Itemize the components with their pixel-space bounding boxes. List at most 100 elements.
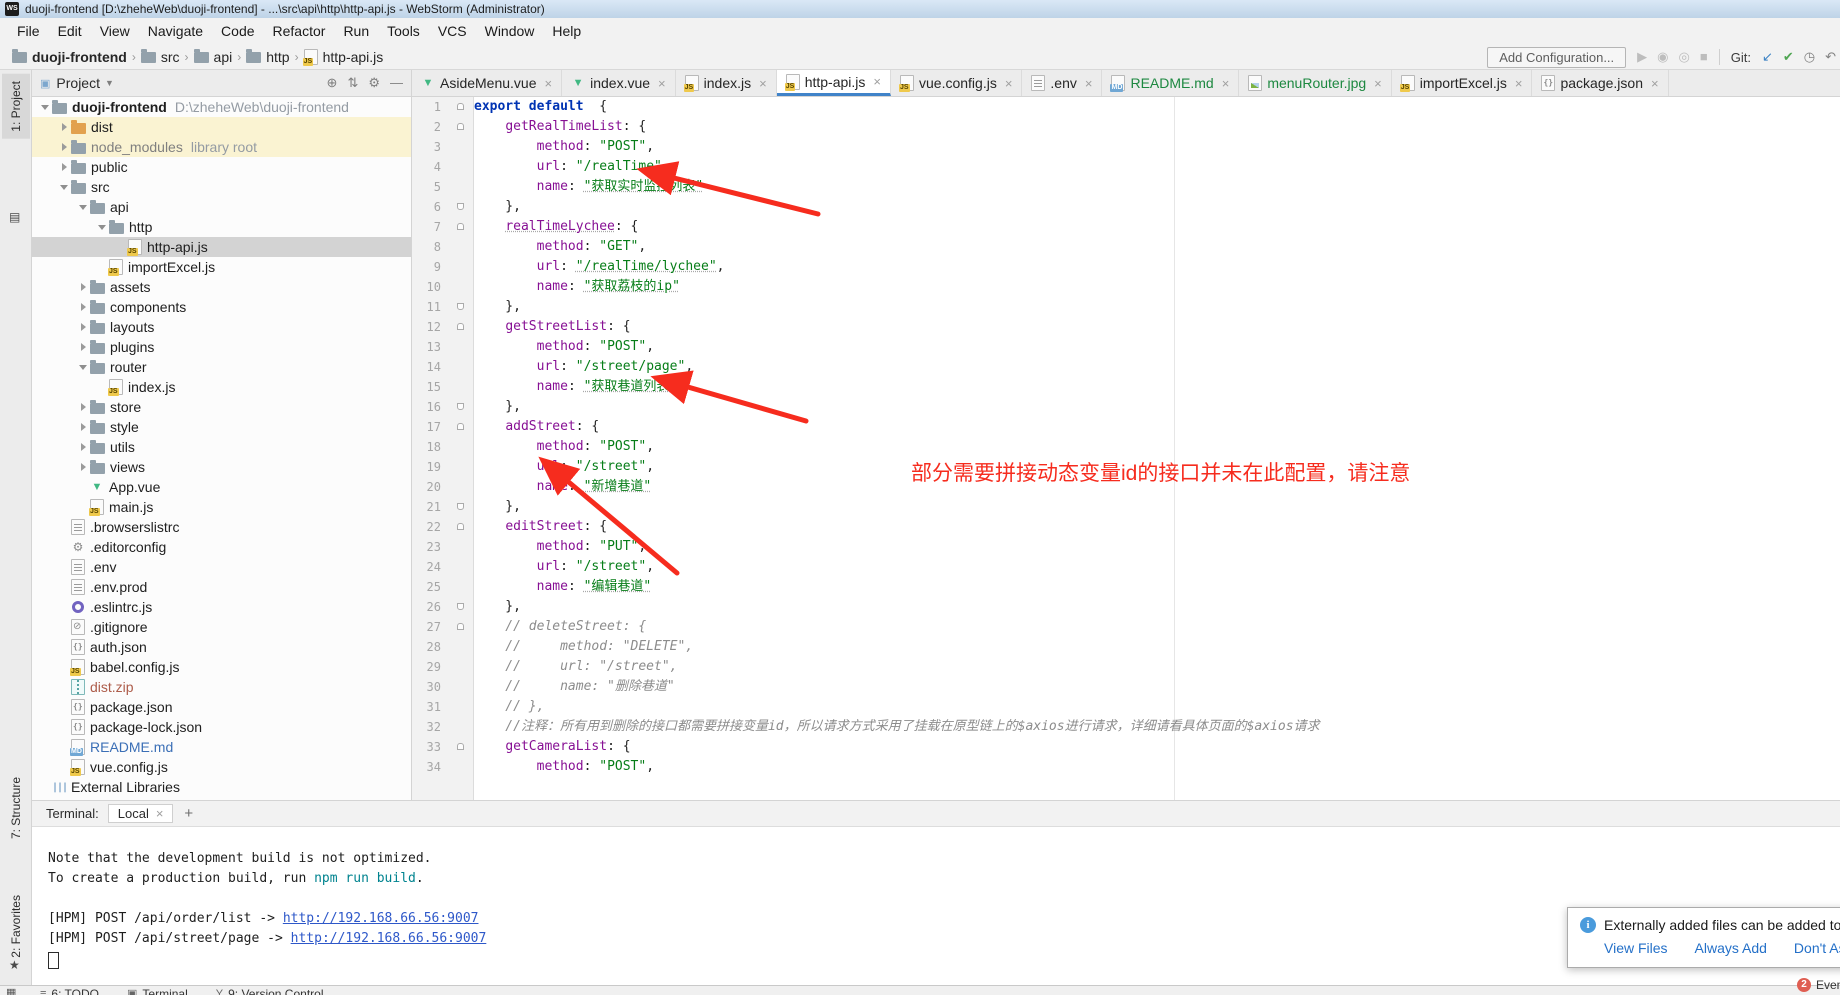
tab-close-icon[interactable]: × bbox=[1005, 76, 1013, 91]
locate-icon[interactable]: ⊕ bbox=[327, 75, 338, 91]
tree-item-assets[interactable]: assets bbox=[32, 277, 411, 297]
expand-arrow-icon[interactable] bbox=[76, 463, 90, 471]
expand-arrow-icon[interactable] bbox=[57, 185, 71, 190]
tab-index.vue[interactable]: ▼index.vue× bbox=[562, 70, 676, 96]
menu-window[interactable]: Window bbox=[476, 23, 544, 39]
tree-item-utils[interactable]: utils bbox=[32, 437, 411, 457]
tree-item-.eslintrc.js[interactable]: .eslintrc.js bbox=[32, 597, 411, 617]
expand-arrow-icon[interactable] bbox=[76, 365, 90, 370]
tab-close-icon[interactable]: × bbox=[873, 74, 881, 89]
fold-marker[interactable] bbox=[448, 197, 474, 217]
breadcrumb-item-http-api.js[interactable]: http-api.js bbox=[304, 49, 384, 65]
tree-item-.env[interactable]: .env bbox=[32, 557, 411, 577]
tree-item-http[interactable]: http bbox=[32, 217, 411, 237]
tree-item-public[interactable]: public bbox=[32, 157, 411, 177]
tab-close-icon[interactable]: × bbox=[1651, 76, 1659, 91]
tree-item-store[interactable]: store bbox=[32, 397, 411, 417]
breadcrumb-item-http[interactable]: http bbox=[246, 49, 289, 65]
fold-marker[interactable] bbox=[448, 617, 474, 637]
run-icon[interactable]: ▶ bbox=[1637, 48, 1647, 66]
expand-arrow-icon[interactable] bbox=[76, 343, 90, 351]
code-editor[interactable]: 1export default {2 getRealTimeList: {3 m… bbox=[412, 97, 1840, 800]
fold-marker[interactable] bbox=[448, 217, 474, 237]
tree-item-duoji-frontend[interactable]: duoji-frontendD:\zheheWeb\duoji-frontend bbox=[32, 97, 411, 117]
expand-arrow-icon[interactable] bbox=[57, 163, 71, 171]
history-icon[interactable]: ◷ bbox=[1804, 48, 1815, 66]
tab-vue.config.js[interactable]: vue.config.js× bbox=[891, 70, 1022, 96]
tree-item-api[interactable]: api bbox=[32, 197, 411, 217]
tab-index.js[interactable]: index.js× bbox=[676, 70, 777, 96]
tool-strip-project[interactable]: 1: Project bbox=[2, 74, 30, 139]
terminal-link[interactable]: http://192.168.66.56:9007 bbox=[291, 931, 487, 946]
tab-package.json[interactable]: package.json× bbox=[1532, 70, 1668, 96]
breadcrumb-item-src[interactable]: src bbox=[141, 49, 180, 65]
tree-item-style[interactable]: style bbox=[32, 417, 411, 437]
tool-window-switcher-icon[interactable]: ▦ bbox=[6, 986, 16, 995]
stop-icon[interactable]: ■ bbox=[1700, 48, 1708, 66]
expand-arrow-icon[interactable] bbox=[76, 303, 90, 311]
statusbar-9-version-control[interactable]: Y9: Version Control bbox=[216, 987, 324, 995]
terminal-link[interactable]: http://192.168.66.56:9007 bbox=[283, 911, 479, 926]
statusbar-terminal[interactable]: ▣Terminal bbox=[127, 987, 188, 995]
menu-navigate[interactable]: Navigate bbox=[139, 23, 212, 39]
tree-item-plugins[interactable]: plugins bbox=[32, 337, 411, 357]
tab-README.md[interactable]: README.md× bbox=[1102, 70, 1239, 96]
tree-item-views[interactable]: views bbox=[32, 457, 411, 477]
menu-help[interactable]: Help bbox=[543, 23, 590, 39]
tab-close-icon[interactable]: × bbox=[759, 76, 767, 91]
tree-item-dist.zip[interactable]: dist.zip bbox=[32, 677, 411, 697]
tree-item-dist[interactable]: dist bbox=[32, 117, 411, 137]
menu-edit[interactable]: Edit bbox=[49, 23, 91, 39]
expand-arrow-icon[interactable] bbox=[76, 443, 90, 451]
breadcrumb-item-duoji-frontend[interactable]: duoji-frontend bbox=[12, 49, 127, 65]
tree-item-babel.config.js[interactable]: babel.config.js bbox=[32, 657, 411, 677]
tree-item-layouts[interactable]: layouts bbox=[32, 317, 411, 337]
terminal-tab-local[interactable]: Local × bbox=[108, 804, 174, 823]
fold-marker[interactable] bbox=[448, 517, 474, 537]
add-configuration-button[interactable]: Add Configuration... bbox=[1487, 47, 1626, 68]
tab-importExcel.js[interactable]: importExcel.js× bbox=[1392, 70, 1533, 96]
tool-strip-icon[interactable]: ▤ bbox=[9, 210, 20, 224]
menu-vcs[interactable]: VCS bbox=[429, 23, 476, 39]
tree-item-package.json[interactable]: package.json bbox=[32, 697, 411, 717]
tree-item-main.js[interactable]: main.js bbox=[32, 497, 411, 517]
expand-arrow-icon[interactable] bbox=[76, 323, 90, 331]
tree-item-router[interactable]: router bbox=[32, 357, 411, 377]
coverage-icon[interactable]: ◎ bbox=[1679, 48, 1690, 66]
chevron-down-icon[interactable]: ▼ bbox=[105, 78, 114, 88]
tab-close-icon[interactable]: × bbox=[545, 76, 553, 91]
tree-item-README.md[interactable]: README.md bbox=[32, 737, 411, 757]
tab-close-icon[interactable]: × bbox=[1374, 76, 1382, 91]
tree-item-.editorconfig[interactable]: ⚙.editorconfig bbox=[32, 537, 411, 557]
menu-view[interactable]: View bbox=[91, 23, 139, 39]
tab-close-icon[interactable]: × bbox=[1222, 76, 1230, 91]
tree-item-src[interactable]: src bbox=[32, 177, 411, 197]
close-icon[interactable]: × bbox=[156, 806, 164, 821]
tree-item-package-lock.json[interactable]: package-lock.json bbox=[32, 717, 411, 737]
breadcrumb-item-api[interactable]: api bbox=[194, 49, 233, 65]
notification-action-don-t-ask-again[interactable]: Don't Ask Again bbox=[1794, 940, 1840, 956]
favorites-star-icon[interactable]: ★ bbox=[9, 958, 20, 972]
commit-icon[interactable]: ✔ bbox=[1783, 48, 1794, 66]
rollback-icon[interactable]: ↶ bbox=[1825, 48, 1836, 66]
menu-file[interactable]: File bbox=[8, 23, 49, 39]
tab-close-icon[interactable]: × bbox=[1085, 76, 1093, 91]
tree-item-.browserslistrc[interactable]: .browserslistrc bbox=[32, 517, 411, 537]
tree-item-importExcel.js[interactable]: importExcel.js bbox=[32, 257, 411, 277]
fold-marker[interactable] bbox=[448, 397, 474, 417]
expand-arrow-icon[interactable] bbox=[76, 283, 90, 291]
tool-strip-structure[interactable]: 7: Structure bbox=[2, 770, 30, 846]
tree-item-vue.config.js[interactable]: vue.config.js bbox=[32, 757, 411, 777]
fold-marker[interactable] bbox=[448, 97, 474, 117]
new-terminal-icon[interactable]: + bbox=[184, 805, 193, 822]
menu-code[interactable]: Code bbox=[212, 23, 263, 39]
tab-http-api.js[interactable]: http-api.js× bbox=[777, 70, 891, 96]
menu-refactor[interactable]: Refactor bbox=[264, 23, 335, 39]
expand-arrow-icon[interactable] bbox=[76, 403, 90, 411]
fold-marker[interactable] bbox=[448, 317, 474, 337]
update-project-icon[interactable]: ↙ bbox=[1762, 48, 1773, 66]
hide-panel-icon[interactable]: — bbox=[390, 75, 403, 91]
statusbar-6-todo[interactable]: ≡6: TODO bbox=[40, 987, 99, 995]
tab-close-icon[interactable]: × bbox=[658, 76, 666, 91]
tree-item-.env.prod[interactable]: .env.prod bbox=[32, 577, 411, 597]
